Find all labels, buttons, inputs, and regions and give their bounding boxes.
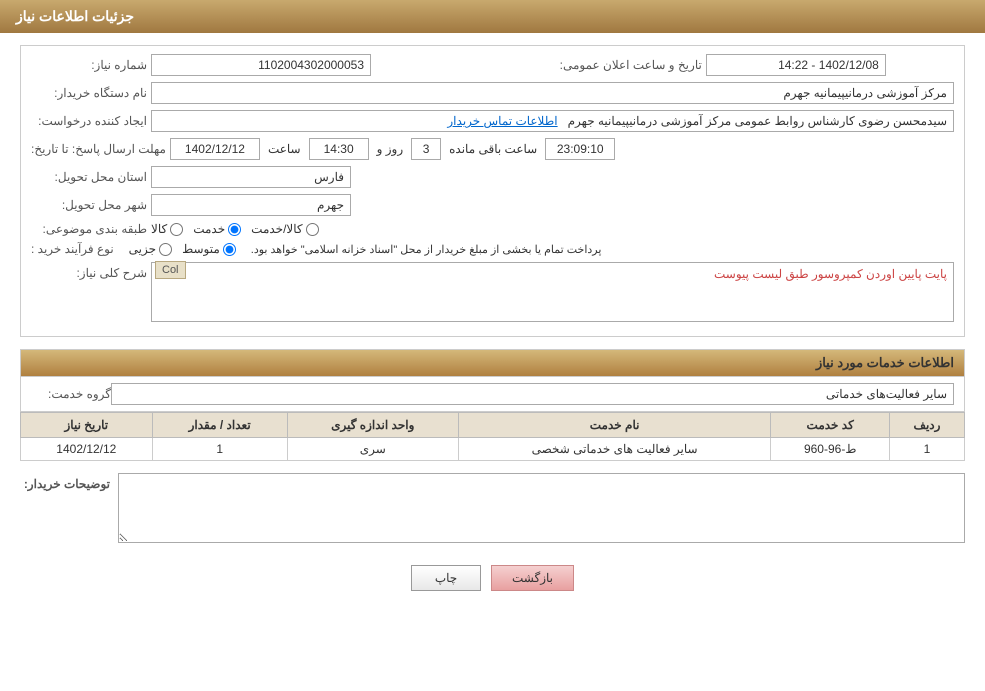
purchase-medium-label: متوسط bbox=[182, 242, 220, 256]
row-category: طبقه بندی موضوعی: کالا خدمت کالا/خدمت bbox=[31, 222, 954, 236]
category-service-radio[interactable] bbox=[228, 223, 241, 236]
row-response-deadline: مهلت ارسال پاسخ: تا تاریخ: 1402/12/12 سا… bbox=[31, 138, 954, 160]
main-content: شماره نیاز: 1102004302000053 تاریخ و ساع… bbox=[0, 33, 985, 619]
page-header: جزئیات اطلاعات نیاز bbox=[0, 0, 985, 33]
number-label: شماره نیاز: bbox=[31, 58, 151, 72]
row-creator: ایجاد کننده درخواست: سیدمحسن رضوی کارشنا… bbox=[31, 110, 954, 132]
province-label: استان محل تحویل: bbox=[31, 170, 151, 184]
purchase-partial-label: جزیی bbox=[129, 242, 156, 256]
purchase-radio-group: جزیی متوسط bbox=[129, 242, 236, 256]
purchase-medium-radio[interactable] bbox=[223, 243, 236, 256]
category-option-both: کالا/خدمت bbox=[251, 222, 318, 236]
buyer-notes-textarea[interactable] bbox=[118, 473, 965, 543]
row-city: شهر محل تحویل: جهرم bbox=[31, 194, 954, 216]
buyer-notes-label: توضیحات خریدار: bbox=[20, 473, 110, 495]
buyer-org-value: مرکز آموزشی درمانیپیمانیه جهرم bbox=[151, 82, 954, 104]
number-value: 1102004302000053 bbox=[151, 54, 371, 76]
need-info-body: شماره نیاز: 1102004302000053 تاریخ و ساع… bbox=[21, 46, 964, 336]
city-value: جهرم bbox=[151, 194, 351, 216]
category-both-label: کالا/خدمت bbox=[251, 222, 302, 236]
buyer-notes-row: توضیحات خریدار: bbox=[20, 473, 965, 543]
purchase-option-partial: جزیی bbox=[129, 242, 172, 256]
creator-name: سیدمحسن رضوی کارشناس روابط عمومی مرکز آم… bbox=[568, 114, 947, 128]
col-header-name: نام خدمت bbox=[458, 413, 771, 438]
purchase-partial-radio[interactable] bbox=[159, 243, 172, 256]
category-service-label: خدمت bbox=[193, 222, 225, 236]
purchase-type-label: نوع فرآیند خرید : bbox=[31, 242, 114, 256]
category-goods-radio[interactable] bbox=[170, 223, 183, 236]
table-cell-unit: سری bbox=[287, 438, 458, 461]
table-cell-date: 1402/12/12 bbox=[21, 438, 153, 461]
row-number-date: شماره نیاز: 1102004302000053 تاریخ و ساع… bbox=[31, 54, 954, 76]
response-deadline-group: 1402/12/12 ساعت 14:30 روز و 3 ساعت باقی … bbox=[170, 138, 954, 160]
col-header-code: کد خدمت bbox=[771, 413, 890, 438]
buyer-org-label: نام دستگاه خریدار: bbox=[31, 86, 151, 100]
province-value: فارس bbox=[151, 166, 351, 188]
response-days-label: روز و bbox=[373, 142, 408, 156]
response-date-value: 1402/12/12 bbox=[170, 138, 260, 160]
category-option-service: خدمت bbox=[193, 222, 241, 236]
services-title: اطلاعات خدمات مورد نیاز bbox=[20, 349, 965, 377]
city-label: شهر محل تحویل: bbox=[31, 198, 151, 212]
creator-value: سیدمحسن رضوی کارشناس روابط عمومی مرکز آم… bbox=[151, 110, 954, 132]
col-badge: Col bbox=[155, 261, 186, 279]
category-both-radio[interactable] bbox=[306, 223, 319, 236]
action-buttons: بازگشت چاپ bbox=[20, 555, 965, 607]
print-button[interactable]: چاپ bbox=[411, 565, 481, 591]
purchase-option-medium: متوسط bbox=[182, 242, 236, 256]
row-purchase-type: نوع فرآیند خرید : جزیی متوسط پرداخت تمام… bbox=[31, 242, 954, 256]
service-group-value: سایر فعالیت‌های خدماتی bbox=[111, 383, 954, 405]
response-remaining-label: ساعت باقی مانده bbox=[445, 142, 541, 156]
description-label: شرح کلی نیاز: bbox=[31, 262, 151, 280]
category-option-goods: کالا bbox=[151, 222, 183, 236]
response-time-value: 14:30 bbox=[309, 138, 369, 160]
purchase-note: پرداخت تمام یا بخشی از مبلغ خریدار از مح… bbox=[251, 243, 602, 256]
service-group-row: گروه خدمت: سایر فعالیت‌های خدماتی bbox=[20, 377, 965, 412]
category-goods-label: کالا bbox=[151, 222, 167, 236]
row-description: شرح کلی نیاز: پایت پایین اوردن کمپروسور … bbox=[31, 262, 954, 322]
description-value: پایت پایین اوردن کمپروسور طبق لیست پیوست bbox=[151, 262, 954, 322]
description-area: پایت پایین اوردن کمپروسور طبق لیست پیوست… bbox=[151, 262, 954, 322]
service-group-label: گروه خدمت: bbox=[31, 387, 111, 401]
services-section: اطلاعات خدمات مورد نیاز گروه خدمت: سایر … bbox=[20, 349, 965, 461]
contact-link[interactable]: اطلاعات تماس خریدار bbox=[447, 114, 557, 128]
col-header-row: ردیف bbox=[890, 413, 965, 438]
need-info-section: شماره نیاز: 1102004302000053 تاریخ و ساع… bbox=[20, 45, 965, 337]
col-header-qty: تعداد / مقدار bbox=[152, 413, 287, 438]
services-table: ردیف کد خدمت نام خدمت واحد اندازه گیری ت… bbox=[20, 412, 965, 461]
table-row: 1ط-96-960سایر فعالیت های خدماتی شخصیسری1… bbox=[21, 438, 965, 461]
response-deadline-label: مهلت ارسال پاسخ: تا تاریخ: bbox=[31, 142, 170, 156]
announce-datetime-label: تاریخ و ساعت اعلان عمومی: bbox=[560, 58, 706, 72]
table-cell-row: 1 bbox=[890, 438, 965, 461]
page-title: جزئیات اطلاعات نیاز bbox=[16, 8, 134, 24]
response-days-value: 3 bbox=[411, 138, 441, 160]
row-province: استان محل تحویل: فارس bbox=[31, 166, 954, 188]
page-wrapper: جزئیات اطلاعات نیاز شماره نیاز: 11020043… bbox=[0, 0, 985, 691]
buyer-notes-section: توضیحات خریدار: bbox=[20, 473, 965, 543]
row-buyer-org: نام دستگاه خریدار: مرکز آموزشی درمانیپیم… bbox=[31, 82, 954, 104]
col-header-date: تاریخ نیاز bbox=[21, 413, 153, 438]
creator-label: ایجاد کننده درخواست: bbox=[31, 114, 151, 128]
response-time-label: ساعت bbox=[264, 142, 305, 156]
col-header-unit: واحد اندازه گیری bbox=[287, 413, 458, 438]
back-button[interactable]: بازگشت bbox=[491, 565, 574, 591]
table-cell-code: ط-96-960 bbox=[771, 438, 890, 461]
response-remaining-value: 23:09:10 bbox=[545, 138, 615, 160]
category-radio-group: کالا خدمت کالا/خدمت bbox=[151, 222, 319, 236]
table-cell-quantity: 1 bbox=[152, 438, 287, 461]
category-label: طبقه بندی موضوعی: bbox=[31, 222, 151, 236]
table-cell-name: سایر فعالیت های خدماتی شخصی bbox=[458, 438, 771, 461]
announce-datetime-value: 1402/12/08 - 14:22 bbox=[706, 54, 886, 76]
